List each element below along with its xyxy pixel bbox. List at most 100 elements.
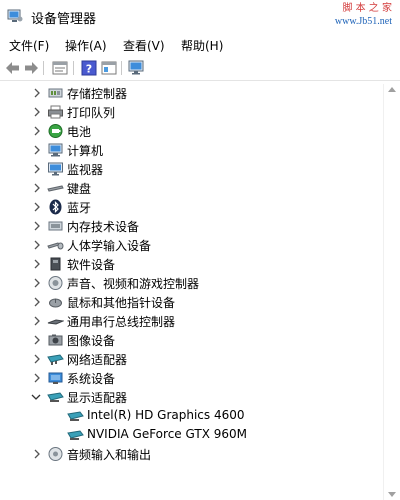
- chevron-right-icon[interactable]: [31, 86, 43, 100]
- tree-item-label: 键盘: [67, 182, 92, 196]
- tree-item-label: 内存技术设备: [67, 220, 140, 234]
- camera-icon: [48, 334, 63, 346]
- display-adapter-icon: [47, 392, 64, 402]
- chevron-right-icon[interactable]: [31, 181, 43, 195]
- chevron-right-icon[interactable]: [31, 314, 43, 328]
- tree-item-monitors[interactable]: 监视器: [0, 160, 382, 179]
- scroll-up-arrow-icon[interactable]: [388, 87, 396, 92]
- tree-item-computer[interactable]: 计算机: [0, 141, 382, 160]
- menu-bar: 文件(F) 操作(A) 查看(V) 帮助(H): [0, 36, 400, 56]
- memory-device-icon: [48, 221, 63, 231]
- monitor-icon: [48, 162, 63, 176]
- keyboard-icon: [47, 185, 64, 192]
- tree-item-label: 声音、视频和游戏控制器: [67, 277, 200, 291]
- tree-item-label: 电池: [67, 125, 92, 139]
- toolbar-separator: [43, 61, 44, 75]
- tree-item-label: 网络适配器: [67, 353, 128, 367]
- tree-item-label: NVIDIA GeForce GTX 960M: [87, 427, 247, 441]
- sound-icon: [48, 276, 63, 290]
- tree-item-sound-video-game-controllers[interactable]: 声音、视频和游戏控制器: [0, 274, 382, 293]
- tree-item-label: Intel(R) HD Graphics 4600: [87, 408, 245, 422]
- chevron-down-icon[interactable]: [30, 390, 42, 404]
- system-device-icon: [48, 372, 63, 384]
- chevron-right-icon[interactable]: [31, 124, 43, 138]
- tree-item-label: 软件设备: [67, 258, 116, 272]
- toolbar: ?: [0, 56, 400, 81]
- tree-item-label: 显示适配器: [67, 391, 128, 405]
- chevron-right-icon[interactable]: [31, 105, 43, 119]
- menu-action[interactable]: 操作(A): [65, 37, 107, 54]
- display-adapter-icon: [67, 411, 84, 421]
- toolbar-separator: [73, 61, 74, 75]
- help-icon[interactable]: ?: [80, 59, 98, 77]
- tree-item-audio-inputs-outputs[interactable]: 音频输入和输出: [0, 445, 382, 464]
- chevron-right-icon[interactable]: [31, 447, 43, 461]
- tree-item-label: 计算机: [67, 144, 104, 158]
- tree-item-label: 蓝牙: [67, 201, 92, 215]
- tree-item-intel-hd-graphics[interactable]: Intel(R) HD Graphics 4600: [0, 407, 382, 426]
- tree-item-memory-technology-devices[interactable]: 内存技术设备: [0, 217, 382, 236]
- watermark-brand: 脚 本 之 家: [342, 3, 392, 14]
- tree-item-label: 存储控制器: [67, 87, 128, 101]
- menu-file[interactable]: 文件(F): [9, 37, 49, 54]
- device-manager-icon: [7, 9, 23, 22]
- tree-item-label: 图像设备: [67, 334, 116, 348]
- vertical-scrollbar[interactable]: [383, 84, 400, 500]
- tree-item-display-adapters[interactable]: 显示适配器: [0, 388, 382, 407]
- tree-item-label: 通用串行总线控制器: [67, 315, 176, 329]
- tree-item-batteries[interactable]: 电池: [0, 122, 382, 141]
- tree-item-label: 鼠标和其他指针设备: [67, 296, 176, 310]
- window-title: 设备管理器: [31, 12, 97, 27]
- chevron-right-icon[interactable]: [31, 257, 43, 271]
- chevron-right-icon[interactable]: [31, 200, 43, 214]
- menu-view[interactable]: 查看(V): [123, 37, 165, 54]
- tree-item-label: 监视器: [67, 163, 104, 177]
- tree-item-imaging-devices[interactable]: 图像设备: [0, 331, 382, 350]
- chevron-right-icon[interactable]: [31, 276, 43, 290]
- view-icon[interactable]: [100, 59, 118, 77]
- mouse-icon: [49, 298, 62, 308]
- printer-icon: [48, 105, 63, 119]
- usb-icon: [47, 319, 64, 325]
- tree-item-label: 系统设备: [67, 372, 116, 386]
- tree-item-network-adapters[interactable]: 网络适配器: [0, 350, 382, 369]
- watermark-url: www.Jb51.net: [334, 16, 392, 27]
- chevron-right-icon[interactable]: [31, 352, 43, 366]
- monitor-icon[interactable]: [127, 59, 145, 77]
- tree-item-label: 音频输入和输出: [67, 448, 152, 462]
- hid-icon: [47, 242, 64, 250]
- tree-item-human-interface-devices[interactable]: 人体学输入设备: [0, 236, 382, 255]
- tree-item-print-queues[interactable]: 打印队列: [0, 103, 382, 122]
- bluetooth-icon: [49, 199, 62, 215]
- chevron-right-icon[interactable]: [31, 238, 43, 252]
- tree-item-storage-controllers[interactable]: 存储控制器: [0, 84, 382, 103]
- battery-icon: [48, 124, 63, 138]
- chevron-right-icon[interactable]: [31, 143, 43, 157]
- chevron-right-icon[interactable]: [31, 162, 43, 176]
- title-bar: 设备管理器 脚 本 之 家 www.Jb51.net: [0, 0, 400, 34]
- tree-item-bluetooth[interactable]: 蓝牙: [0, 198, 382, 217]
- network-adapter-icon: [47, 354, 64, 365]
- tree-item-mice[interactable]: 鼠标和其他指针设备: [0, 293, 382, 312]
- storage-controller-icon: [48, 88, 63, 98]
- chevron-right-icon[interactable]: [31, 295, 43, 309]
- chevron-right-icon[interactable]: [31, 333, 43, 347]
- menu-help[interactable]: 帮助(H): [181, 37, 223, 54]
- watermark: 脚 本 之 家 www.Jb51.net: [335, 2, 392, 28]
- properties-icon[interactable]: [51, 59, 69, 77]
- back-icon[interactable]: [4, 59, 22, 77]
- chevron-right-icon[interactable]: [31, 371, 43, 385]
- toolbar-separator: [121, 61, 122, 75]
- forward-icon[interactable]: [22, 59, 40, 77]
- scroll-down-arrow-icon[interactable]: [388, 492, 396, 497]
- tree-item-usb-controllers[interactable]: 通用串行总线控制器: [0, 312, 382, 331]
- svg-text:?: ?: [86, 63, 92, 76]
- tree-item-system-devices[interactable]: 系统设备: [0, 369, 382, 388]
- tree-item-software-devices[interactable]: 软件设备: [0, 255, 382, 274]
- tree-item-label: 打印队列: [67, 106, 116, 120]
- tree-item-keyboards[interactable]: 键盘: [0, 179, 382, 198]
- display-adapter-icon: [67, 430, 84, 440]
- chevron-right-icon[interactable]: [31, 219, 43, 233]
- audio-io-icon: [48, 447, 63, 461]
- tree-item-nvidia-geforce[interactable]: NVIDIA GeForce GTX 960M: [0, 426, 382, 445]
